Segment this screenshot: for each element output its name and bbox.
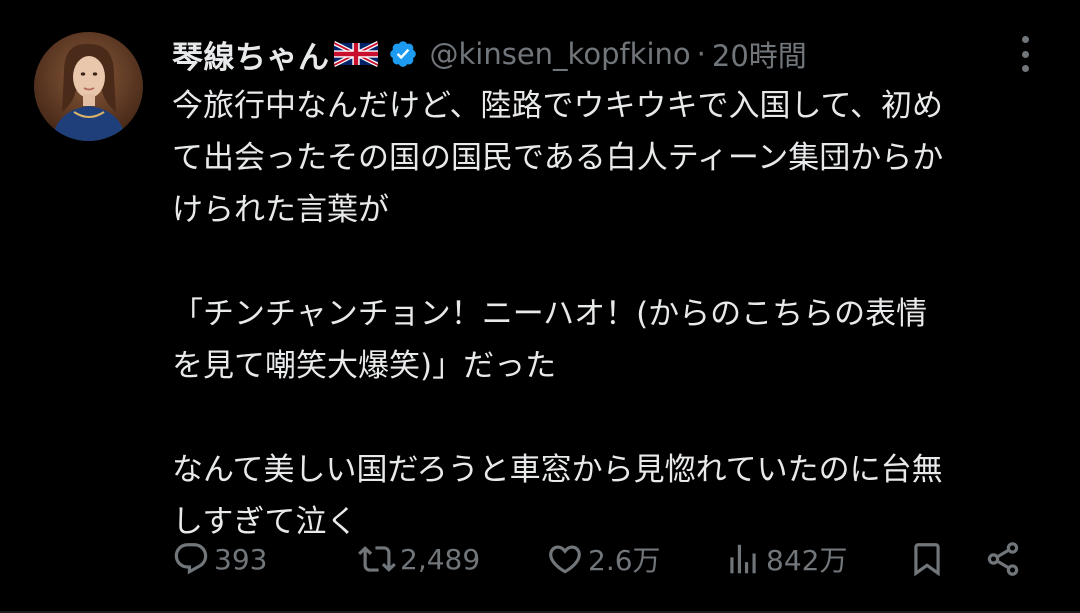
separator-dot: · [696,37,706,71]
views-chart-icon [730,544,756,574]
more-options-icon[interactable] [1012,36,1038,72]
repost-button[interactable]: 2,489 [358,533,480,585]
share-button[interactable] [984,533,1026,585]
more-dot [1021,36,1029,43]
tweet-paragraph: 今旅行中なんだけど、陸路でウキウキで入国して、初め て出会ったその国の国民である… [172,88,944,228]
bookmark-icon [914,543,940,577]
timestamp[interactable]: 20時間 [712,33,807,75]
action-bar: 393 2,489 2.6万 842万 [172,533,1032,585]
reply-icon [174,543,208,575]
tweet-header: 琴線ちゃん @kinsen_kopfkino · 20時間 [172,30,807,78]
verified-badge-icon[interactable] [388,39,418,69]
tweet: 琴線ちゃん @kinsen_kopfkino · 20時間 今旅行中なんだけど、… [0,0,1080,613]
uk-flag-icon [332,39,379,69]
tweet-paragraph: 「チンチャンチョン！ニーハオ！(からのこちらの表情 を見て嘲笑大爆笑)」だった [172,296,928,384]
like-button[interactable]: 2.6万 [546,533,661,585]
repost-icon [358,546,396,572]
reply-count: 393 [214,542,268,576]
heart-icon [549,545,581,574]
views-button[interactable]: 842万 [724,533,847,585]
more-dot [1021,50,1029,58]
share-icon [987,542,1019,576]
like-count: 2.6万 [588,544,661,577]
bookmark-button[interactable] [908,533,950,585]
tweet-text: 今旅行中なんだけど、陸路でウキウキで入国して、初め て出会ったその国の国民である… [172,80,1052,548]
display-name[interactable]: 琴線ちゃん [172,32,330,77]
more-dot [1021,65,1029,72]
views-count: 842万 [766,544,848,577]
user-handle[interactable]: @kinsen_kopfkino [430,37,691,71]
repost-count: 2,489 [400,542,481,576]
reply-button[interactable]: 393 [172,533,267,585]
avatar[interactable] [34,32,143,141]
